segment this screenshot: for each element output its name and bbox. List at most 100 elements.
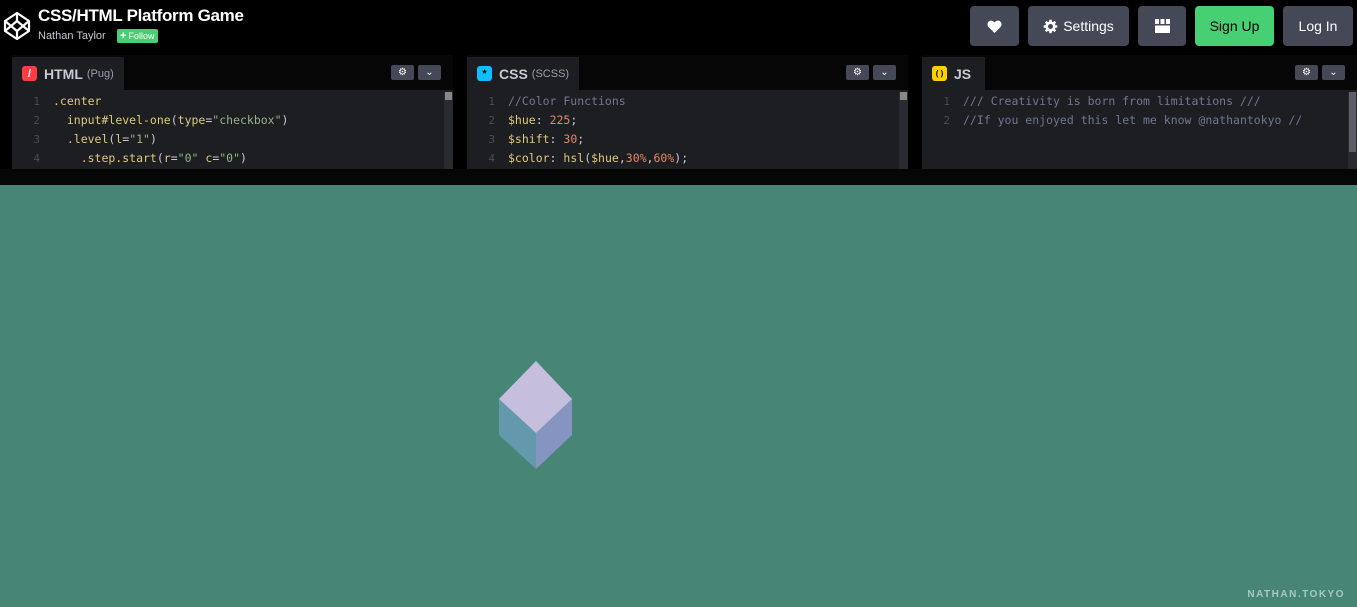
css-editor-topbar: * CSS (SCSS) ⚙ ⌄ xyxy=(467,55,908,90)
code-line[interactable]: 2 $hue: 225; xyxy=(467,111,908,130)
code-line[interactable]: 3 $shift: 30; xyxy=(467,130,908,149)
html-settings-gear-icon[interactable]: ⚙ xyxy=(391,65,414,80)
css-preprocessor: (SCSS) xyxy=(531,67,570,80)
code-line[interactable]: 4 .step.start(r="0" c="0") xyxy=(12,149,453,168)
html-tab[interactable]: / HTML (Pug) xyxy=(12,57,124,90)
resize-handle[interactable] xyxy=(0,169,1357,185)
code-token: ) xyxy=(149,132,157,146)
code-text: .center xyxy=(53,92,101,111)
code-token: "checkbox" xyxy=(212,113,282,127)
js-scrollbar-thumb[interactable] xyxy=(1349,92,1356,152)
css-settings-gear-icon[interactable]: ⚙ xyxy=(846,65,869,80)
code-text: //Color Functions xyxy=(508,92,626,111)
code-token: 60% xyxy=(653,151,675,165)
code-text: .level(l="1") xyxy=(53,130,157,149)
gear-icon xyxy=(1043,19,1058,33)
line-number: 4 xyxy=(33,152,40,165)
line-number: 3 xyxy=(488,133,495,146)
code-text: $shift: 30; xyxy=(508,130,584,149)
code-line[interactable]: 1 //Color Functions xyxy=(467,92,908,111)
code-token: $color xyxy=(508,151,550,165)
result-preview[interactable]: NATHAN.TOKYO xyxy=(0,185,1357,607)
code-line[interactable]: 2 //If you enjoyed this let me know @nath… xyxy=(922,111,1357,130)
settings-button[interactable]: Settings xyxy=(1028,6,1129,46)
code-line[interactable]: 2 input#level-one(type="checkbox") xyxy=(12,111,453,130)
line-number: 1 xyxy=(33,95,40,108)
js-editor-controls: ⚙ ⌄ xyxy=(1295,65,1345,80)
css-badge-icon: * xyxy=(477,66,492,81)
html-scrollbar[interactable] xyxy=(444,92,453,169)
code-token: : xyxy=(549,132,564,146)
heart-button[interactable] xyxy=(970,6,1019,46)
code-line[interactable]: 1 /// Creativity is born from limitations… xyxy=(922,92,1357,111)
code-token: ( xyxy=(170,113,178,127)
code-token: 30% xyxy=(625,151,647,165)
css-scrollbar-thumb[interactable] xyxy=(900,92,907,100)
code-line[interactable]: 4 $color: hsl($hue,30%,60%); xyxy=(467,149,908,168)
code-text: //If you enjoyed this let me know @natha… xyxy=(963,111,1302,130)
code-token: "0" xyxy=(219,151,241,165)
code-token: : xyxy=(535,113,550,127)
author-name[interactable]: Nathan Taylor xyxy=(38,30,106,42)
code-token: 225 xyxy=(549,113,571,127)
code-token: type xyxy=(177,113,206,127)
code-token: , xyxy=(618,151,626,165)
html-editor: / HTML (Pug) ⚙ ⌄ 1 .center 2 input#level-o… xyxy=(12,55,453,169)
code-token: $hue xyxy=(591,151,619,165)
code-text: input#level-one(type="checkbox") xyxy=(53,111,289,130)
line-number: 2 xyxy=(943,114,950,127)
code-text: .step.start(r="0" c="0") xyxy=(53,149,247,168)
code-line[interactable]: 1 .center xyxy=(12,92,453,111)
line-number: 1 xyxy=(943,95,950,108)
js-code[interactable]: 1 /// Creativity is born from limitations… xyxy=(922,92,1357,169)
css-chevron-down-icon[interactable]: ⌄ xyxy=(873,65,896,80)
html-editor-topbar: / HTML (Pug) ⚙ ⌄ xyxy=(12,55,453,90)
js-settings-gear-icon[interactable]: ⚙ xyxy=(1295,65,1318,80)
html-badge-icon: / xyxy=(22,66,37,81)
top-header: CSS/HTML Platform Game Nathan Taylor + Fo… xyxy=(0,0,1357,55)
change-view-button[interactable] xyxy=(1138,6,1186,46)
css-scrollbar[interactable] xyxy=(899,92,908,169)
css-editor-controls: ⚙ ⌄ xyxy=(846,65,896,80)
code-token: //Color Functions xyxy=(508,94,626,108)
layout-icon xyxy=(1154,19,1170,33)
js-scrollbar[interactable] xyxy=(1348,92,1357,169)
css-editor: * CSS (SCSS) ⚙ ⌄ 1 //Color Functions 2 $hue… xyxy=(467,55,908,169)
sign-up-button[interactable]: Sign Up xyxy=(1195,6,1274,46)
player-cube xyxy=(499,361,572,469)
code-token: ( xyxy=(156,151,164,165)
css-tab-label: CSS xyxy=(499,65,528,82)
css-tab[interactable]: * CSS (SCSS) xyxy=(467,57,580,90)
html-tab-label: HTML xyxy=(44,65,83,82)
code-token: 30 xyxy=(563,132,578,146)
follow-label: Follow xyxy=(128,31,155,41)
code-token: //If you enjoyed this let me know @natha… xyxy=(963,113,1303,127)
code-token: ) xyxy=(281,113,289,127)
code-line[interactable]: 3 .level(l="1") xyxy=(12,130,453,149)
codepen-logo-icon[interactable] xyxy=(3,11,31,41)
plus-icon: + xyxy=(120,30,127,42)
html-chevron-down-icon[interactable]: ⌄ xyxy=(418,65,441,80)
code-token: ); xyxy=(674,151,689,165)
html-code[interactable]: 1 .center 2 input#level-one(type="checkbox… xyxy=(12,92,453,169)
js-tab-label: JS xyxy=(954,65,972,82)
code-token: $hue xyxy=(508,113,536,127)
html-scrollbar-thumb[interactable] xyxy=(445,92,452,100)
follow-button[interactable]: + Follow xyxy=(117,29,159,43)
css-code[interactable]: 1 //Color Functions 2 $hue: 225; 3 $shift: 30… xyxy=(467,92,908,169)
code-token: hsl xyxy=(563,151,585,165)
js-chevron-down-icon[interactable]: ⌄ xyxy=(1322,65,1345,80)
heart-icon xyxy=(987,20,1002,33)
html-editor-controls: ⚙ ⌄ xyxy=(391,65,441,80)
js-editor: ( ) JS ⚙ ⌄ 1 /// Creativity is born from … xyxy=(922,55,1357,169)
js-editor-topbar: ( ) JS ⚙ ⌄ xyxy=(922,55,1357,90)
code-token: = xyxy=(170,151,178,165)
log-in-button[interactable]: Log In xyxy=(1283,6,1353,46)
pen-title: CSS/HTML Platform Game xyxy=(38,6,244,25)
js-badge-icon: ( ) xyxy=(932,66,947,81)
code-token: "1" xyxy=(129,132,150,146)
code-token: .step.start xyxy=(53,151,157,165)
html-preprocessor: (Pug) xyxy=(86,67,114,80)
code-token: "0" xyxy=(177,151,199,165)
js-tab[interactable]: ( ) JS xyxy=(922,57,986,90)
